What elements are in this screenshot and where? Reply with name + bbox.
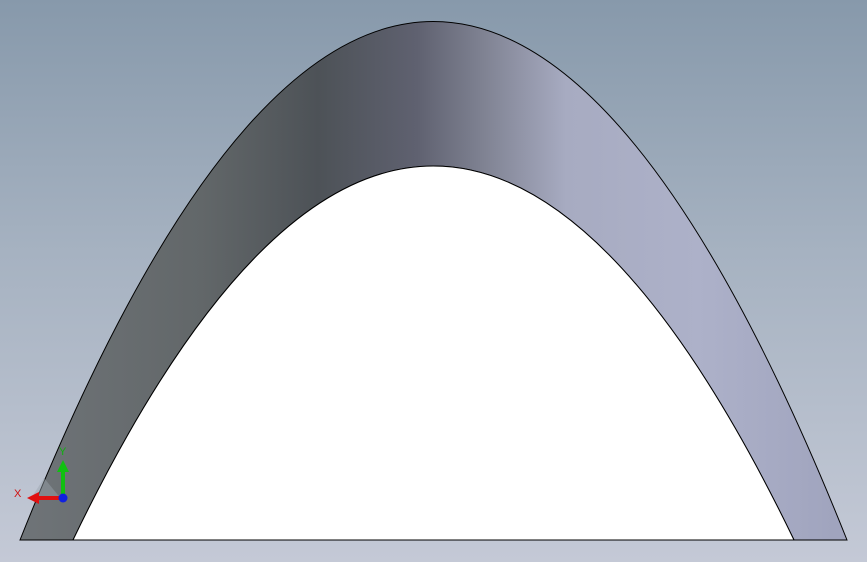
z-axis-icon	[58, 493, 68, 503]
y-axis-label: Y	[59, 446, 67, 458]
graphics-viewport[interactable]: Y X	[0, 0, 867, 562]
x-axis-label: X	[14, 488, 22, 500]
x-arrowhead-icon	[27, 492, 39, 504]
arch-model-view[interactable]: Y X	[0, 0, 867, 562]
